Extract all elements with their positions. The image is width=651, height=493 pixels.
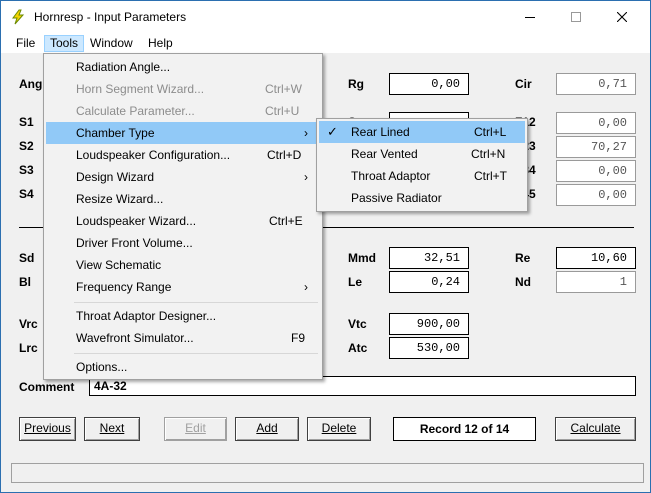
minimize-button[interactable] bbox=[507, 1, 553, 33]
record-indicator: Record 12 of 14 bbox=[393, 417, 536, 441]
menu-bar: File Tools Window Help bbox=[1, 33, 650, 53]
menu-item-driver-front-volume[interactable]: Driver Front Volume... bbox=[46, 232, 320, 254]
menu-tools[interactable]: Tools bbox=[44, 35, 85, 52]
menu-item-horn-segment-wizard[interactable]: Horn Segment Wizard... Ctrl+W bbox=[46, 78, 320, 100]
label-le: Le bbox=[348, 275, 363, 289]
submenu-arrow-icon: › bbox=[304, 280, 308, 294]
menu-separator bbox=[74, 302, 318, 303]
label-vtc: Vtc bbox=[348, 317, 367, 331]
menu-item-design-wizard[interactable]: Design Wizard › bbox=[46, 166, 320, 188]
atc-field[interactable]: 530,00 bbox=[389, 337, 469, 359]
menu-file[interactable]: File bbox=[11, 35, 40, 52]
menu-help[interactable]: Help bbox=[143, 35, 178, 52]
menu-separator bbox=[74, 353, 318, 354]
chamber-type-submenu: ✓ Rear Lined Ctrl+L Rear Vented Ctrl+N T… bbox=[316, 118, 528, 212]
label-rg: Rg bbox=[348, 77, 364, 91]
previous-button[interactable]: Previous bbox=[19, 417, 76, 441]
edit-button[interactable]: Edit bbox=[164, 417, 227, 441]
menu-item-wavefront-simulator[interactable]: Wavefront Simulator... F9 bbox=[46, 327, 320, 349]
label-bl: Bl bbox=[19, 275, 31, 289]
submenu-item-throat-adaptor[interactable]: Throat Adaptor Ctrl+T bbox=[319, 165, 525, 187]
maximize-icon bbox=[571, 12, 581, 22]
menu-item-chamber-type[interactable]: Chamber Type › bbox=[46, 122, 320, 144]
menu-window[interactable]: Window bbox=[85, 35, 138, 52]
status-bar bbox=[11, 463, 644, 483]
le-field[interactable]: 0,24 bbox=[389, 271, 469, 293]
menu-item-throat-adaptor-designer[interactable]: Throat Adaptor Designer... bbox=[46, 305, 320, 327]
close-button[interactable] bbox=[599, 1, 645, 33]
rg-field[interactable]: 0,00 bbox=[389, 73, 469, 95]
menu-item-loudspeaker-configuration[interactable]: Loudspeaker Configuration... Ctrl+D bbox=[46, 144, 320, 166]
submenu-item-rear-vented[interactable]: Rear Vented Ctrl+N bbox=[319, 143, 525, 165]
label-s1: S1 bbox=[19, 115, 34, 129]
close-icon bbox=[617, 12, 627, 22]
menu-item-view-schematic[interactable]: View Schematic bbox=[46, 254, 320, 276]
label-vrc: Vrc bbox=[19, 317, 38, 331]
mmd-field[interactable]: 32,51 bbox=[389, 247, 469, 269]
f23-field[interactable]: 70,27 bbox=[556, 136, 636, 158]
label-re: Re bbox=[515, 251, 531, 265]
menu-item-calculate-parameter[interactable]: Calculate Parameter... Ctrl+U bbox=[46, 100, 320, 122]
tools-menu: Radiation Angle... Horn Segment Wizard..… bbox=[43, 53, 323, 380]
app-logo-icon bbox=[12, 9, 25, 25]
label-s2: S2 bbox=[19, 139, 34, 153]
label-atc: Atc bbox=[348, 341, 368, 355]
submenu-arrow-icon: › bbox=[304, 170, 308, 184]
cir-field[interactable]: 0,71 bbox=[556, 73, 636, 95]
menu-item-options[interactable]: Options... bbox=[46, 356, 320, 378]
label-lrc: Lrc bbox=[19, 341, 38, 355]
label-ang: Ang bbox=[19, 77, 43, 91]
vtc-field[interactable]: 900,00 bbox=[389, 313, 469, 335]
menu-item-resize-wizard[interactable]: Resize Wizard... bbox=[46, 188, 320, 210]
f45-field[interactable]: 0,00 bbox=[556, 184, 636, 206]
calculate-button[interactable]: Calculate bbox=[555, 417, 636, 441]
minimize-icon bbox=[525, 16, 535, 18]
label-nd: Nd bbox=[515, 275, 531, 289]
f12-field[interactable]: 0,00 bbox=[556, 112, 636, 134]
nd-field[interactable]: 1 bbox=[556, 271, 636, 293]
checkmark-icon: ✓ bbox=[327, 124, 338, 139]
menu-item-frequency-range[interactable]: Frequency Range › bbox=[46, 276, 320, 298]
label-s4: S4 bbox=[19, 187, 34, 201]
delete-button[interactable]: Delete bbox=[307, 417, 371, 441]
f34-field[interactable]: 0,00 bbox=[556, 160, 636, 182]
menu-item-radiation-angle[interactable]: Radiation Angle... bbox=[46, 56, 320, 78]
submenu-item-rear-lined[interactable]: ✓ Rear Lined Ctrl+L bbox=[319, 121, 525, 143]
next-button[interactable]: Next bbox=[84, 417, 140, 441]
title-bar: Hornresp - Input Parameters bbox=[1, 1, 650, 33]
label-cir: Cir bbox=[515, 77, 532, 91]
re-field[interactable]: 10,60 bbox=[556, 247, 636, 269]
add-button[interactable]: Add bbox=[235, 417, 299, 441]
window-title: Hornresp - Input Parameters bbox=[34, 10, 187, 24]
label-sd: Sd bbox=[19, 251, 35, 265]
menu-item-loudspeaker-wizard[interactable]: Loudspeaker Wizard... Ctrl+E bbox=[46, 210, 320, 232]
label-comment: Comment bbox=[19, 380, 75, 394]
submenu-item-passive-radiator[interactable]: Passive Radiator bbox=[319, 187, 525, 209]
submenu-arrow-icon: › bbox=[304, 126, 308, 140]
label-mmd: Mmd bbox=[348, 251, 376, 265]
maximize-button[interactable] bbox=[553, 1, 599, 33]
label-s3: S3 bbox=[19, 163, 34, 177]
